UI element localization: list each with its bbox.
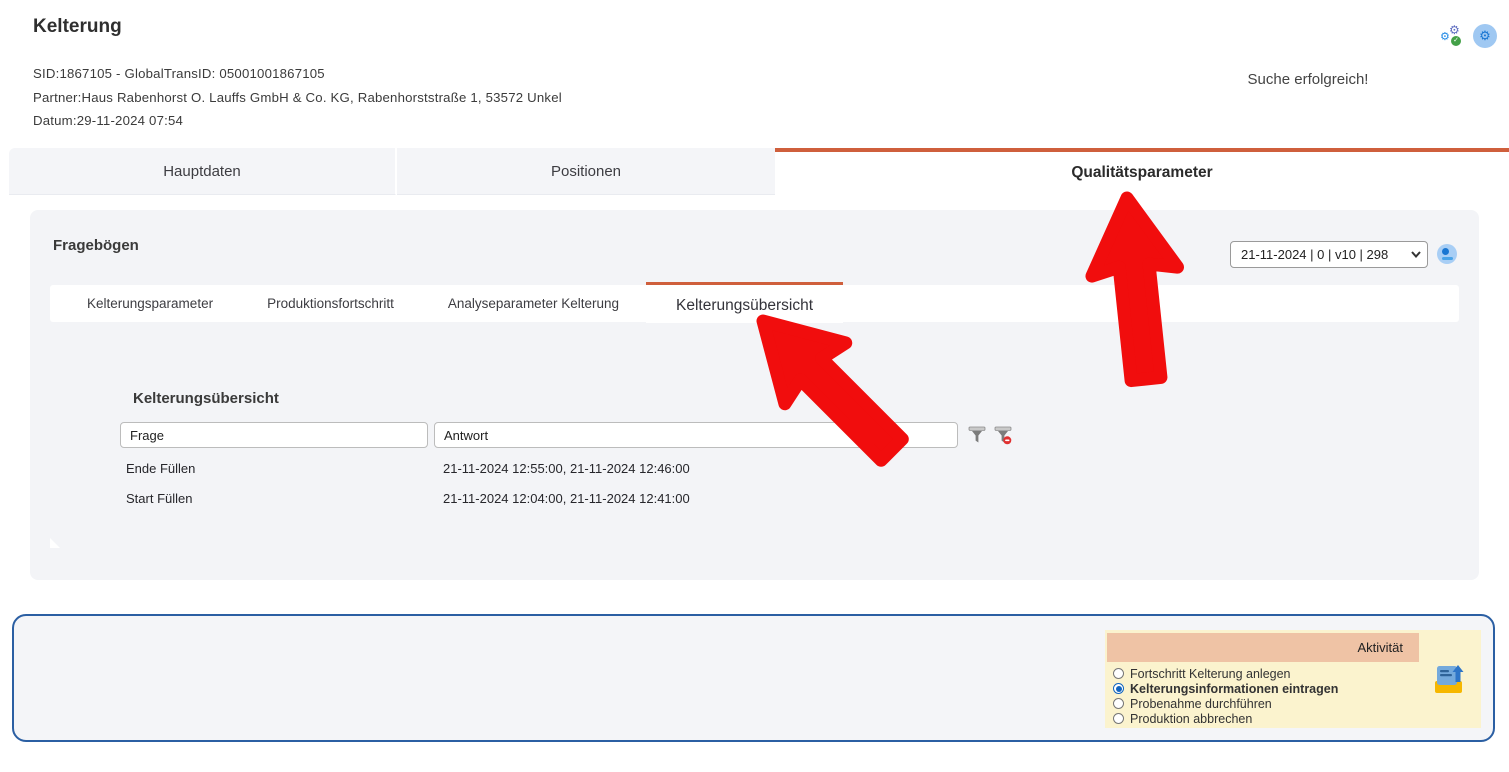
fragebogen-panel: Fragebögen 21-11-2024 | 0 | v10 | 298 Ke… bbox=[30, 210, 1479, 580]
radio-kelterungsinformationen-eintragen[interactable]: Kelterungsinformationen eintragen bbox=[1113, 681, 1338, 696]
radio-icon[interactable] bbox=[1113, 713, 1124, 724]
radio-icon[interactable] bbox=[1113, 668, 1124, 679]
radio-icon[interactable] bbox=[1113, 698, 1124, 709]
questionnaire-subtabs: Kelterungsparameter Produktionsfortschri… bbox=[50, 285, 1459, 322]
gears-cluster-icon[interactable]: ⚙ ⚙ ✓ bbox=[1440, 26, 1464, 48]
clear-filter-icon[interactable] bbox=[994, 426, 1012, 445]
radio-produktion-abbrechen[interactable]: Produktion abbrechen bbox=[1113, 711, 1338, 726]
main-tabbar: Hauptdaten Positionen Qualitätsparameter bbox=[0, 148, 1509, 195]
questionnaire-version-value: 21-11-2024 | 0 | v10 | 298 bbox=[1241, 247, 1388, 262]
fragebogen-title: Fragebögen bbox=[53, 237, 139, 254]
header-icons: ⚙ ⚙ ✓ ⚙ bbox=[1440, 24, 1500, 50]
page-title: Kelterung bbox=[33, 16, 122, 38]
table-row-frage: Ende Füllen bbox=[126, 461, 195, 476]
subtab-produktionsfortschritt[interactable]: Produktionsfortschritt bbox=[240, 285, 421, 322]
subtab-kelterungsuebersicht[interactable]: Kelterungsübersicht bbox=[646, 282, 843, 323]
table-row-antwort: 21-11-2024 12:55:00, 21-11-2024 12:46:00 bbox=[443, 461, 690, 476]
frage-filter-input[interactable] bbox=[120, 422, 428, 448]
lookup-icon[interactable] bbox=[1437, 244, 1457, 264]
table-heading: Kelterungsübersicht bbox=[133, 390, 279, 407]
activity-panel: Aktivität Fortschritt Kelterung anlegen … bbox=[12, 614, 1495, 742]
tab-positionen[interactable]: Positionen bbox=[397, 148, 775, 195]
radio-icon-selected[interactable] bbox=[1113, 683, 1124, 694]
partner-line: Partner:Haus Rabenhorst O. Lauffs GmbH &… bbox=[33, 90, 562, 105]
questionnaire-version-select[interactable]: 21-11-2024 | 0 | v10 | 298 bbox=[1230, 241, 1428, 268]
sid-globaltransid-line: SID:1867105 - GlobalTransID: 05001001867… bbox=[33, 66, 325, 81]
table-row-frage: Start Füllen bbox=[126, 491, 192, 506]
table-row-antwort: 21-11-2024 12:04:00, 21-11-2024 12:41:00 bbox=[443, 491, 690, 506]
antwort-filter-input[interactable] bbox=[434, 422, 958, 448]
tab-hauptdaten[interactable]: Hauptdaten bbox=[9, 148, 396, 195]
subtab-analyseparameter-kelterung[interactable]: Analyseparameter Kelterung bbox=[421, 285, 646, 322]
resize-corner-mark bbox=[50, 538, 60, 548]
activity-box: Aktivität Fortschritt Kelterung anlegen … bbox=[1105, 630, 1481, 728]
activity-options: Fortschritt Kelterung anlegen Kelterungs… bbox=[1113, 666, 1338, 726]
process-settings-icon[interactable]: ⚙ bbox=[1473, 24, 1497, 48]
subtab-kelterungsparameter[interactable]: Kelterungsparameter bbox=[60, 285, 240, 322]
submit-activity-icon[interactable] bbox=[1431, 661, 1467, 697]
filter-icon[interactable] bbox=[968, 426, 986, 445]
datum-line: Datum:29-11-2024 07:54 bbox=[33, 113, 183, 128]
activity-column-header: Aktivität bbox=[1107, 633, 1419, 662]
search-status-message: Suche erfolgreich! bbox=[1150, 71, 1466, 88]
radio-fortschritt-kelterung-anlegen[interactable]: Fortschritt Kelterung anlegen bbox=[1113, 666, 1338, 681]
radio-probenahme-durchfuehren[interactable]: Probenahme durchführen bbox=[1113, 696, 1338, 711]
chevron-down-icon bbox=[1411, 251, 1421, 258]
tab-qualitaetsparameter[interactable]: Qualitätsparameter bbox=[775, 148, 1509, 195]
